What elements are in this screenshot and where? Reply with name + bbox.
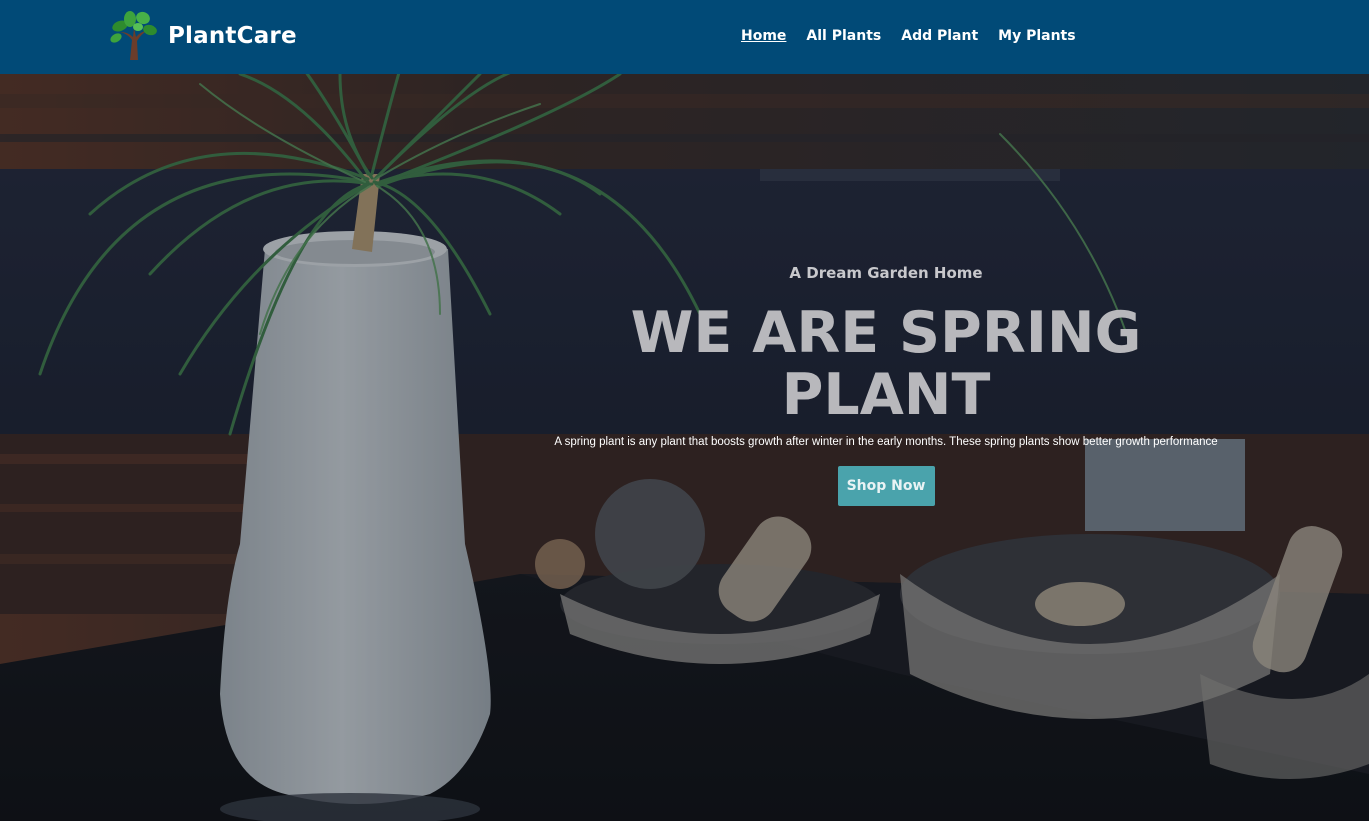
hero-content: A Dream Garden Home WE ARE SPRING PLANT … — [530, 264, 1242, 506]
hero-title: WE ARE SPRING PLANT — [630, 300, 1142, 428]
shop-now-button[interactable]: Shop Now — [837, 466, 935, 506]
nav-link-home[interactable]: Home — [741, 27, 786, 45]
hero-description: A spring plant is any plant that boosts … — [554, 436, 1218, 448]
main-nav: Home All Plants Add Plant My Plants — [741, 27, 1076, 45]
hero-kicker: A Dream Garden Home — [789, 264, 983, 282]
nav-link-my-plants[interactable]: My Plants — [998, 27, 1075, 45]
nav-link-add-plant[interactable]: Add Plant — [901, 27, 978, 45]
brand[interactable]: PlantCare — [110, 10, 297, 62]
brand-name: PlantCare — [168, 23, 297, 49]
hero-section: A Dream Garden Home WE ARE SPRING PLANT … — [0, 74, 1369, 821]
top-navbar: PlantCare Home All Plants Add Plant My P… — [0, 0, 1369, 74]
nav-link-all-plants[interactable]: All Plants — [806, 27, 881, 45]
tree-logo-icon — [110, 11, 157, 60]
